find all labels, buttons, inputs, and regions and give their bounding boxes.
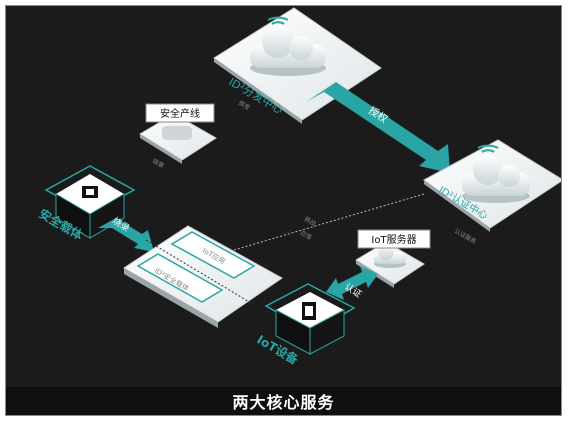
diagram-canvas: ID²分发中心 颁发 授权 ID²认证中心 认证服务 挑战 应答 安全产线 烧录… <box>37 7 561 368</box>
diagram-frame: ID²分发中心 颁发 授权 ID²认证中心 认证服务 挑战 应答 安全产线 烧录… <box>5 5 562 416</box>
device-icon <box>302 302 316 320</box>
caption-bar: 两大核心服务 <box>6 387 561 415</box>
security-line-sub-label: 烧录 <box>151 157 165 170</box>
security-line-label: 安全产线 <box>160 107 200 120</box>
response-label: 应答 <box>299 229 313 242</box>
iot-server-label: IoT服务器 <box>371 233 416 246</box>
chip-icon <box>82 186 98 198</box>
distribution-sub-label: 颁发 <box>237 99 251 112</box>
caption-text: 两大核心服务 <box>232 393 335 412</box>
auth-sub-label: 认证服务 <box>453 227 478 246</box>
security-line-node: 安全产线 烧录 <box>139 103 217 170</box>
certify-arrow: 认证 <box>326 266 378 300</box>
